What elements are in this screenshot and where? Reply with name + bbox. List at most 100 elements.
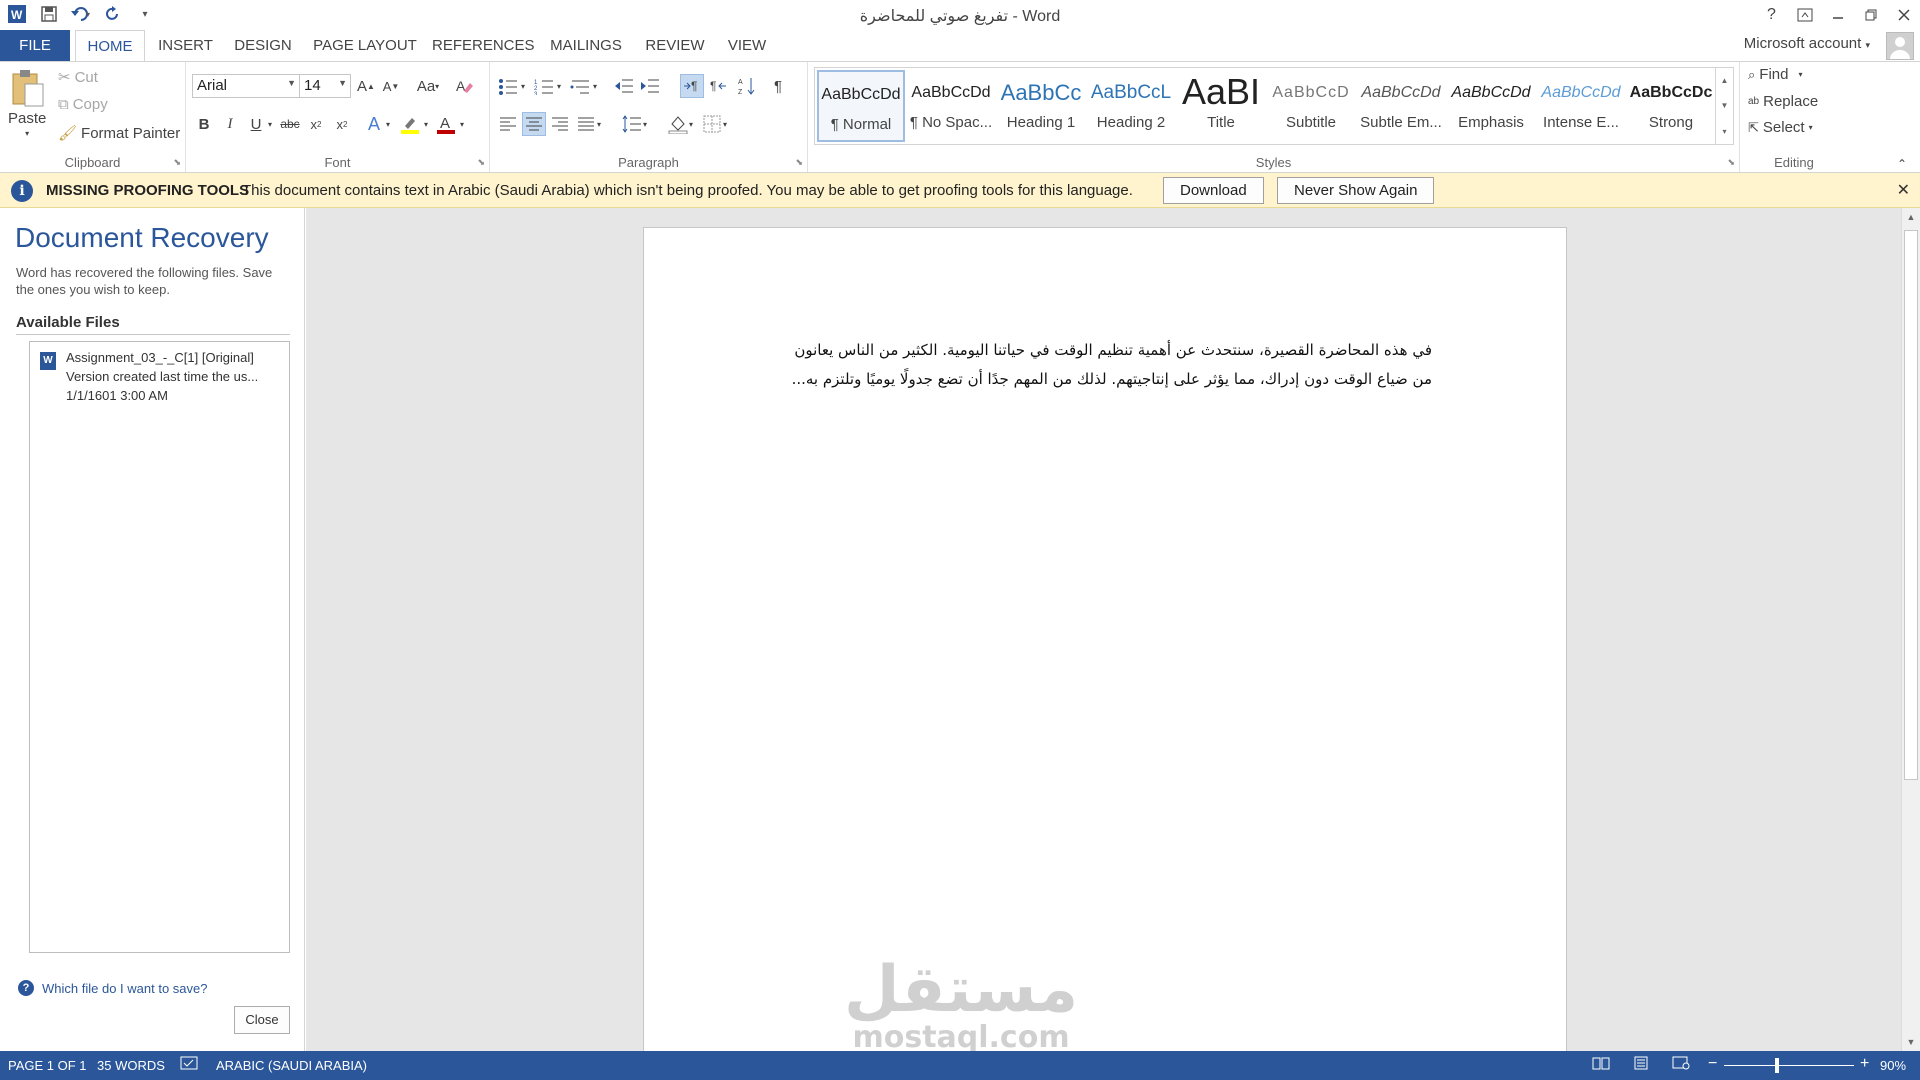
font-size-combo[interactable]: 14 ▼ <box>299 74 351 98</box>
chevron-up-icon[interactable]: ▲ <box>1721 76 1729 85</box>
dialog-launcher-icon[interactable]: ⬊ <box>173 157 181 168</box>
page-count[interactable]: PAGE 1 OF 1 <box>8 1058 87 1073</box>
zoom-slider-thumb[interactable] <box>1775 1058 1779 1073</box>
change-case-button[interactable]: Aa ▾ <box>412 74 444 98</box>
chevron-down-icon[interactable]: ▾ <box>640 112 650 136</box>
zoom-in-button[interactable]: + <box>1860 1055 1869 1073</box>
gallery-scroll[interactable]: ▲ ▼ ▾ <box>1715 68 1733 144</box>
shrink-font-icon[interactable]: A ▼ <box>379 74 403 98</box>
chevron-down-icon[interactable]: ▾ <box>456 112 468 136</box>
tab-insert[interactable]: INSERT <box>153 30 218 61</box>
style-subtitle[interactable]: AaBbCcD Subtitle <box>1267 70 1355 142</box>
avatar[interactable] <box>1886 32 1914 60</box>
right-to-left-icon[interactable]: ¶ <box>706 74 730 98</box>
superscript-icon[interactable]: x2 <box>330 112 354 136</box>
close-icon[interactable] <box>1887 0 1920 30</box>
find-button[interactable]: ⌕ Find ▾ <box>1748 66 1802 83</box>
tab-review[interactable]: REVIEW <box>640 30 710 61</box>
font-color-icon[interactable]: A <box>434 112 458 136</box>
vertical-scrollbar[interactable]: ▲ ▼ <box>1901 208 1920 1051</box>
ribbon-display-icon[interactable] <box>1788 0 1821 30</box>
chevron-down-icon[interactable]: ▾ <box>554 74 564 98</box>
web-layout-icon[interactable] <box>1672 1056 1690 1074</box>
chevron-down-icon[interactable]: ▾ <box>264 112 276 136</box>
show-formatting-marks-icon[interactable]: ¶ <box>766 74 790 98</box>
highlight-color-icon[interactable] <box>398 112 422 136</box>
print-layout-icon[interactable] <box>1632 1056 1650 1074</box>
style-heading-1[interactable]: AaBbCc Heading 1 <box>997 70 1085 142</box>
zoom-out-button[interactable]: − <box>1708 1055 1717 1073</box>
style-strong[interactable]: AaBbCcDc Strong <box>1627 70 1715 142</box>
align-left-icon[interactable] <box>496 112 520 136</box>
select-button[interactable]: ⇱ Select ▾ <box>1748 119 1813 136</box>
multilevel-list-icon[interactable] <box>568 74 592 98</box>
replace-button[interactable]: ab Replace <box>1748 93 1818 110</box>
tab-references[interactable]: REFERENCES <box>432 30 535 61</box>
style-title[interactable]: AaBI Title <box>1177 70 1265 142</box>
numbering-icon[interactable]: 123 <box>532 74 556 98</box>
style-normal[interactable]: AaBbCcDd ¶ Normal <box>817 70 905 142</box>
download-button[interactable]: Download <box>1163 177 1264 204</box>
which-file-help-link[interactable]: ? Which file do I want to save? <box>18 980 207 996</box>
tab-file[interactable]: FILE <box>0 30 70 61</box>
increase-indent-icon[interactable] <box>638 74 662 98</box>
chevron-down-icon[interactable]: ▾ <box>590 74 600 98</box>
scroll-down-icon[interactable]: ▼ <box>1902 1033 1920 1051</box>
help-icon[interactable]: ? <box>1755 0 1788 30</box>
tab-view[interactable]: VIEW <box>722 30 772 61</box>
paste-button[interactable]: Paste ▾ <box>8 68 46 138</box>
chevron-down-icon[interactable]: ▾ <box>686 112 696 136</box>
decrease-indent-icon[interactable] <box>612 74 636 98</box>
restore-icon[interactable] <box>1854 0 1887 30</box>
sort-icon[interactable]: AZ <box>736 74 760 98</box>
chevron-down-icon[interactable]: ▼ <box>1721 101 1729 110</box>
bullets-icon[interactable] <box>496 74 520 98</box>
more-icon[interactable]: ▾ <box>1722 127 1726 136</box>
italic-icon[interactable]: I <box>218 112 242 136</box>
close-icon[interactable]: ✕ <box>1897 180 1910 200</box>
cut-button[interactable]: ✂ Cut <box>58 68 98 87</box>
style-subtle-emphasis[interactable]: AaBbCcDd Subtle Em... <box>1357 70 1445 142</box>
left-to-right-icon[interactable]: ¶ <box>680 74 704 98</box>
minimize-icon[interactable] <box>1821 0 1854 30</box>
clear-formatting-icon[interactable]: A <box>452 74 476 98</box>
chevron-down-icon[interactable]: ▾ <box>518 74 528 98</box>
chevron-down-icon[interactable]: ▾ <box>420 112 432 136</box>
scroll-thumb[interactable] <box>1904 230 1918 780</box>
read-mode-icon[interactable] <box>1592 1056 1610 1074</box>
style-emphasis[interactable]: AaBbCcDd Emphasis <box>1447 70 1535 142</box>
tab-design[interactable]: DESIGN <box>228 30 298 61</box>
tab-page-layout[interactable]: PAGE LAYOUT <box>310 30 420 61</box>
chevron-down-icon[interactable]: ▾ <box>720 112 730 136</box>
word-count[interactable]: 35 WORDS <box>97 1058 165 1073</box>
copy-button[interactable]: ⧉ Copy <box>58 96 108 113</box>
style-heading-2[interactable]: AaBbCcL Heading 2 <box>1087 70 1175 142</box>
grow-font-icon[interactable]: A ▲ <box>354 74 378 98</box>
account-menu[interactable]: Microsoft account ▾ <box>1744 35 1870 52</box>
chevron-down-icon[interactable]: ▾ <box>382 112 394 136</box>
dialog-launcher-icon[interactable]: ⬊ <box>795 157 803 168</box>
format-painter-button[interactable]: 🖌 Format Painter <box>58 124 180 143</box>
scroll-up-icon[interactable]: ▲ <box>1902 208 1920 226</box>
strikethrough-icon[interactable]: abc <box>278 112 302 136</box>
tab-home[interactable]: HOME <box>75 30 145 62</box>
document-page[interactable]: في هذه المحاضرة القصيرة، سنتحدث عن أهمية… <box>643 227 1567 1051</box>
dialog-launcher-icon[interactable]: ⬊ <box>1727 157 1735 168</box>
style-intense-emphasis[interactable]: AaBbCcDd Intense E... <box>1537 70 1625 142</box>
language-indicator[interactable]: ARABIC (SAUDI ARABIA) <box>216 1058 367 1073</box>
align-center-icon[interactable] <box>522 112 546 136</box>
chevron-down-icon[interactable]: ▾ <box>594 112 604 136</box>
list-item[interactable]: W Assignment_03_-_C[1] [Original] Versio… <box>30 348 289 408</box>
document-paragraph[interactable]: في هذه المحاضرة القصيرة، سنتحدث عن أهمية… <box>780 336 1432 394</box>
font-name-combo[interactable]: Arial ▼ <box>192 74 300 98</box>
tab-mailings[interactable]: MAILINGS <box>545 30 627 61</box>
proofing-icon[interactable] <box>180 1056 198 1074</box>
never-show-again-button[interactable]: Never Show Again <box>1277 177 1435 204</box>
zoom-level[interactable]: 90% <box>1880 1058 1906 1073</box>
style-no-spacing[interactable]: AaBbCcDd ¶ No Spac... <box>907 70 995 142</box>
align-right-icon[interactable] <box>548 112 572 136</box>
zoom-slider[interactable] <box>1724 1065 1854 1066</box>
close-button[interactable]: Close <box>234 1006 290 1034</box>
dialog-launcher-icon[interactable]: ⬊ <box>477 157 485 168</box>
bold-icon[interactable]: B <box>192 112 216 136</box>
